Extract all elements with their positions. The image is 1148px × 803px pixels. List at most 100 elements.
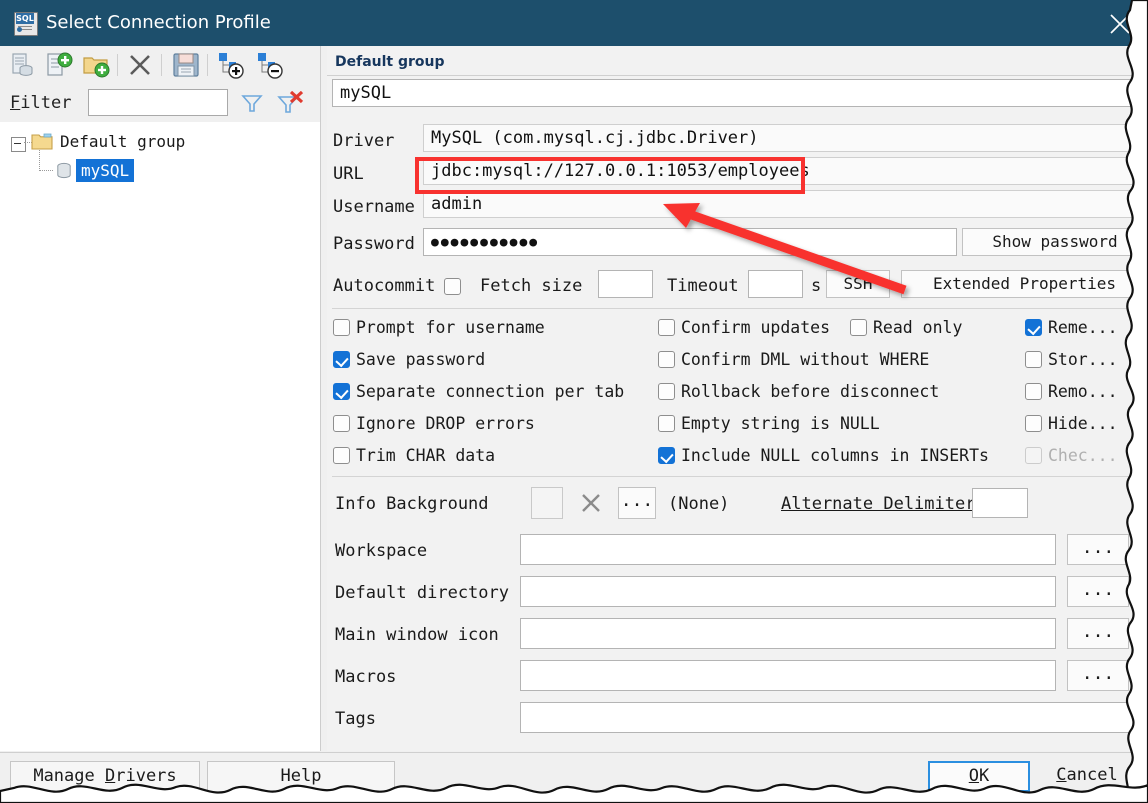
profile-name-input[interactable]: mySQL: [332, 79, 1148, 107]
database-icon: [56, 162, 72, 180]
database-add-icon: [47, 52, 73, 76]
checkbox-box: [658, 319, 675, 336]
funnel-icon[interactable]: [238, 91, 266, 115]
username-label: Username: [333, 197, 415, 217]
url-label: URL: [333, 164, 364, 184]
checkbox-box: [333, 351, 350, 368]
funnel-clear-icon[interactable]: [275, 90, 304, 115]
new-profile-button[interactable]: [43, 49, 75, 81]
checkbox-label: Confirm updates: [681, 318, 831, 337]
database-copy-icon: [12, 53, 33, 76]
password-value[interactable]: ●●●●●●●●●●●: [423, 228, 957, 256]
checkbox-label: Separate connection per tab: [356, 382, 625, 401]
folder-icon: [31, 133, 53, 151]
cancel-button[interactable]: Cancel: [1036, 761, 1138, 792]
workspace-input[interactable]: [520, 534, 1056, 565]
checkbox-box: [658, 447, 675, 464]
extended-properties-button[interactable]: Extended Properties: [901, 270, 1148, 298]
checkbox-label: Trim CHAR data: [356, 446, 496, 465]
checkbox-box: [658, 415, 675, 432]
main-window-icon-input[interactable]: [520, 618, 1056, 649]
checkbox-box: [1025, 415, 1042, 432]
profile-toolbar: [0, 46, 320, 85]
checkbox-box: [1025, 383, 1042, 400]
ssh-button[interactable]: SSH: [826, 270, 890, 298]
floppy-save-icon: [173, 53, 199, 77]
filter-row: Filter: [0, 84, 320, 123]
alternate-delimiter-input[interactable]: [972, 488, 1028, 518]
driver-label: Driver: [333, 131, 395, 151]
profile-details-pane: Default group mySQL Driver MySQL (com.my…: [327, 46, 1148, 751]
tree-item-default-group[interactable]: Default group: [60, 132, 185, 156]
group-header: Default group: [335, 54, 445, 70]
checkbox-box: [1025, 319, 1042, 336]
info-background-swatch[interactable]: [531, 487, 563, 519]
checkbox-label: Confirm DML without WHERE: [681, 350, 930, 369]
profile-tree: [0, 122, 320, 751]
show-password-button[interactable]: Show password: [962, 228, 1148, 256]
url-value[interactable]: jdbc:mysql://127.0.0.1:1053/employees: [423, 157, 1148, 185]
checkbox-label: Save password: [356, 350, 486, 369]
macros-browse-button[interactable]: ...: [1067, 660, 1129, 691]
checkbox-box: [1025, 351, 1042, 368]
autocommit-label: Autocommit: [333, 276, 436, 296]
fetch-size-input[interactable]: [598, 270, 653, 298]
checkbox-box: [658, 351, 675, 368]
driver-value[interactable]: MySQL (com.mysql.cj.jdbc.Driver): [423, 124, 1148, 152]
info-background-browse-button[interactable]: ...: [618, 487, 656, 519]
filter-label: Filter: [10, 93, 72, 113]
checkbox-label: Read only: [873, 318, 963, 337]
checkbox-box: [1025, 447, 1042, 464]
default-directory-browse-button[interactable]: ...: [1067, 576, 1129, 607]
delete-x-icon: [130, 55, 150, 75]
fetch-size-label: Fetch size: [480, 276, 583, 296]
ok-button[interactable]: OK: [928, 761, 1030, 792]
tree-item-mysql[interactable]: mySQL: [76, 159, 135, 182]
checkbox-box: [333, 447, 350, 464]
timeout-input[interactable]: [748, 270, 803, 298]
checkbox-label: Remo...: [1048, 382, 1118, 401]
checkbox-label: Empty string is NULL: [681, 414, 880, 433]
info-background-value: (None): [668, 494, 730, 514]
checkbox-box: [333, 415, 350, 432]
checkbox-label: Stor...: [1048, 350, 1118, 369]
expand-all-button[interactable]: [215, 49, 247, 81]
workspace-label: Workspace: [335, 541, 428, 561]
manage-drivers-button[interactable]: Manage Drivers: [10, 761, 200, 792]
timeout-unit-label: s: [811, 276, 822, 296]
collapse-all-button[interactable]: [254, 49, 286, 81]
new-group-button[interactable]: [80, 49, 112, 81]
checkbox-label: Hide...: [1048, 414, 1118, 433]
checkbox-box: [850, 319, 867, 336]
tags-label: Tags: [335, 709, 376, 729]
password-label: Password: [333, 234, 415, 254]
tags-input[interactable]: [520, 702, 1140, 733]
info-background-label: Info Background: [335, 494, 489, 514]
clear-x-icon[interactable]: [575, 487, 607, 519]
checkbox-label: Ignore DROP errors: [356, 414, 535, 433]
filter-input[interactable]: [88, 89, 228, 116]
timeout-label: Timeout: [667, 276, 739, 296]
username-value[interactable]: admin: [423, 190, 1148, 218]
checkbox-box: [333, 383, 350, 400]
main-window-icon-browse-button[interactable]: ...: [1067, 618, 1129, 649]
connection-profile-dialog: SQL Select Connection Profile Filter Def…: [0, 0, 1148, 803]
checkbox-label: Rollback before disconnect: [681, 382, 940, 401]
checkbox-label: Include NULL columns in INSERTs: [681, 446, 989, 465]
save-profiles-button[interactable]: [170, 49, 202, 81]
title-bar: SQL Select Connection Profile: [0, 0, 1148, 46]
default-directory-input[interactable]: [520, 576, 1056, 607]
window-title: Select Connection Profile: [46, 12, 271, 33]
close-icon[interactable]: [1100, 6, 1140, 40]
macros-input[interactable]: [520, 660, 1056, 691]
dialog-footer: Manage Drivers Help OK Cancel: [0, 752, 1148, 803]
help-button[interactable]: Help: [207, 761, 395, 792]
sql-database-icon: SQL: [14, 12, 38, 36]
tree-expander-default-group[interactable]: [11, 137, 26, 152]
copy-profile-button[interactable]: [6, 49, 38, 81]
tree-expand-icon: [219, 53, 244, 79]
delete-profile-button[interactable]: [124, 49, 156, 81]
checkbox-box: [444, 278, 461, 295]
checkbox-box: [333, 319, 350, 336]
workspace-browse-button[interactable]: ...: [1067, 534, 1129, 565]
